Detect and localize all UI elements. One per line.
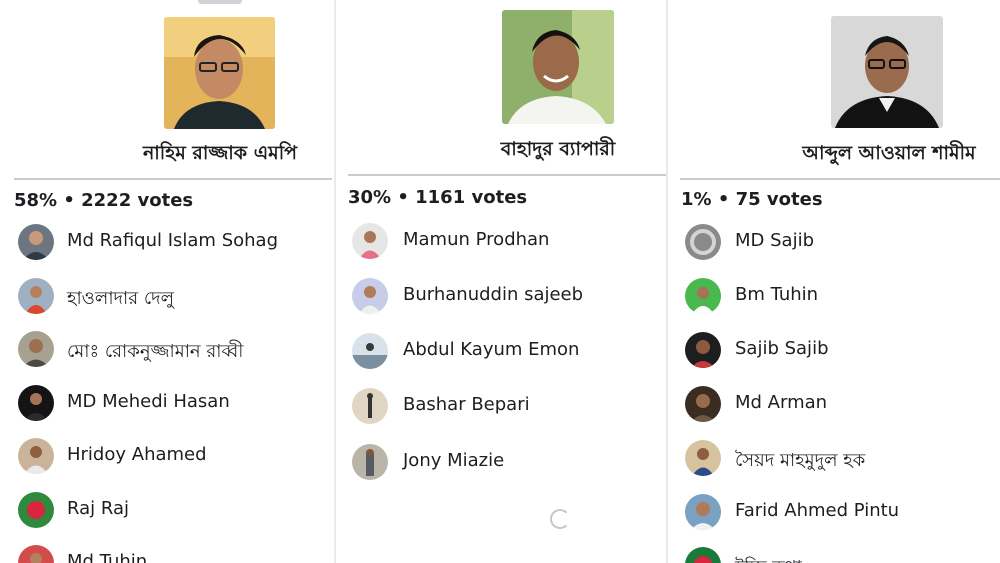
loading-spinner-icon (550, 509, 570, 529)
avatar (18, 385, 54, 421)
vote-summary: 58% • 2222 votes (14, 190, 194, 211)
voter-name: Mamun Prodhan (403, 229, 550, 250)
voter-name: হাওলাদার দেলু (67, 288, 175, 309)
voter-row[interactable]: Md Rafiqul Islam Sohag (0, 222, 334, 262)
voter-name: MD Mehedi Hasan (67, 391, 230, 412)
candidate-photo (502, 10, 614, 124)
voter-row[interactable]: Bashar Bepari (336, 386, 666, 426)
voter-name: Bm Tuhin (735, 284, 819, 305)
avatar (18, 278, 54, 314)
candidate-name: আব্দুল আওয়াল শামীম (802, 142, 976, 164)
avatar (685, 224, 721, 260)
voter-row[interactable]: Md Arman (668, 384, 1000, 424)
voter-name: Raj Raj (67, 498, 130, 519)
voter-row[interactable]: Hridoy Ahamed (0, 436, 334, 476)
avatar (685, 494, 721, 530)
voter-row[interactable]: ইচ্ছি কথা (668, 545, 1000, 563)
voter-name: Hridoy Ahamed (67, 444, 207, 465)
avatar (685, 386, 721, 422)
avatar (685, 547, 721, 563)
voter-row[interactable]: মোঃ রোকনুজ্জামান রাব্বী (0, 329, 334, 369)
avatar (352, 388, 388, 424)
voter-row[interactable]: MD Sajib (668, 222, 1000, 262)
voter-row[interactable]: Burhanuddin sajeeb (336, 276, 666, 316)
divider (14, 178, 332, 180)
voter-column-1: নাহিম রাজ্জাক এমপি 58% • 2222 votes Md R… (0, 0, 334, 563)
voter-row[interactable]: Jony Miazie (336, 442, 666, 482)
voter-row[interactable]: Bm Tuhin (668, 276, 1000, 316)
voter-row[interactable]: Raj Raj (0, 490, 334, 530)
voter-name: Burhanuddin sajeeb (403, 284, 584, 305)
voter-name: ইচ্ছি কথা (735, 553, 802, 563)
avatar (18, 492, 54, 528)
voter-name: MD Sajib (735, 230, 814, 251)
voter-column-3: আব্দুল আওয়াল শামীম 1% • 75 votes MD Saj… (668, 0, 1000, 563)
voter-row[interactable]: Abdul Kayum Emon (336, 331, 666, 371)
avatar (18, 438, 54, 474)
voter-name: Md Rafiqul Islam Sohag (67, 230, 278, 251)
avatar (352, 333, 388, 369)
voter-name: Bashar Bepari (403, 394, 530, 415)
avatar (685, 440, 721, 476)
voter-name: মোঃ রোকনুজ্জামান রাব্বী (67, 341, 244, 362)
voter-row[interactable]: Md Tuhin (0, 543, 334, 563)
voter-name: Abdul Kayum Emon (403, 339, 580, 360)
voter-name: Farid Ahmed Pintu (735, 500, 900, 521)
drag-handle[interactable] (198, 0, 242, 4)
voter-row[interactable]: Mamun Prodhan (336, 221, 666, 261)
voter-name: Sajib Sajib (735, 338, 829, 359)
avatar (352, 223, 388, 259)
candidate-name: নাহিম রাজ্জাক এমপি (142, 142, 298, 164)
voter-name: সৈয়দ মাহমুদুল হক (735, 450, 866, 471)
voter-name: Jony Miazie (403, 450, 505, 471)
candidate-name: বাহাদুর ব্যাপারী (500, 138, 616, 160)
divider (680, 178, 1000, 180)
voter-name: Md Tuhin (67, 551, 148, 563)
voter-row[interactable]: MD Mehedi Hasan (0, 383, 334, 423)
candidate-portrait-icon (164, 17, 275, 129)
candidate-photo (164, 17, 275, 129)
voter-column-2: বাহাদুর ব্যাপারী 30% • 1161 votes Mamun … (336, 0, 666, 563)
avatar (685, 278, 721, 314)
candidate-portrait-icon (502, 10, 614, 124)
divider (348, 174, 666, 176)
candidate-photo (831, 16, 943, 128)
avatar (352, 278, 388, 314)
vote-summary: 30% • 1161 votes (348, 187, 528, 208)
candidate-portrait-icon (831, 16, 943, 128)
voter-row[interactable]: হাওলাদার দেলু (0, 276, 334, 316)
avatar (352, 444, 388, 480)
avatar (18, 331, 54, 367)
vote-summary: 1% • 75 votes (681, 189, 823, 210)
avatar (685, 332, 721, 368)
avatar (18, 545, 54, 563)
avatar (18, 224, 54, 260)
voter-row[interactable]: সৈয়দ মাহমুদুল হক (668, 438, 1000, 478)
voter-row[interactable]: Farid Ahmed Pintu (668, 492, 1000, 532)
voter-name: Md Arman (735, 392, 828, 413)
voter-row[interactable]: Sajib Sajib (668, 330, 1000, 370)
